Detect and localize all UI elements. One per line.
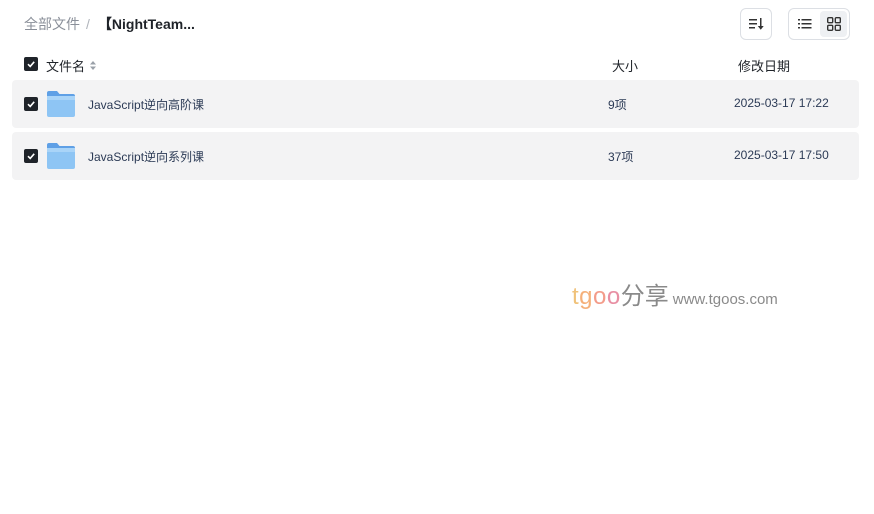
file-size: 9项 (608, 98, 627, 112)
size-column-header[interactable]: 大小 (612, 56, 638, 75)
folder-icon (47, 143, 75, 169)
sort-toggle-icon (90, 61, 97, 70)
breadcrumb-separator: / (86, 16, 90, 32)
select-all-checkbox[interactable] (24, 57, 38, 71)
file-row[interactable]: JavaScript逆向高阶课 9项 2025-03-17 17:22 (12, 80, 859, 128)
sort-icon (749, 18, 764, 30)
watermark: tgoo 分享 www.tgoos.com (572, 276, 778, 311)
breadcrumb: 全部文件 / 【NightTeam... (24, 14, 195, 34)
breadcrumb-current: 【NightTeam... (97, 16, 195, 32)
grid-view-icon (826, 17, 841, 31)
sort-button[interactable] (740, 8, 772, 40)
list-header: 文件名 大小 修改日期 (12, 52, 859, 76)
view-toggle (788, 8, 850, 40)
file-row[interactable]: JavaScript逆向系列课 37项 2025-03-17 17:50 (12, 132, 859, 180)
file-browser: 全部文件 / 【NightTeam... 文件名 大小 修改日期 JavaScr… (0, 0, 874, 514)
watermark-brand: tgoo (572, 283, 621, 310)
name-column-header[interactable]: 文件名 (46, 56, 97, 75)
check-icon (27, 101, 35, 108)
row-checkbox[interactable] (24, 149, 38, 163)
folder-icon (47, 91, 75, 117)
row-checkbox[interactable] (24, 97, 38, 111)
check-icon (27, 153, 35, 160)
grid-view-button[interactable] (820, 11, 847, 37)
name-column-label: 文件名 (46, 59, 86, 74)
check-icon (27, 61, 35, 68)
list-view-button[interactable] (791, 11, 818, 37)
file-size: 37项 (608, 150, 634, 164)
watermark-share: 分享 (620, 283, 669, 310)
list-view-icon (797, 19, 811, 29)
file-name[interactable]: JavaScript逆向高阶课 (88, 96, 204, 113)
file-date: 2025-03-17 17:22 (734, 96, 829, 110)
file-name[interactable]: JavaScript逆向系列课 (88, 148, 204, 165)
date-column-header[interactable]: 修改日期 (738, 56, 790, 75)
breadcrumb-root-link[interactable]: 全部文件 (24, 14, 80, 34)
file-date: 2025-03-17 17:50 (734, 148, 829, 162)
watermark-url: www.tgoos.com (672, 291, 778, 308)
